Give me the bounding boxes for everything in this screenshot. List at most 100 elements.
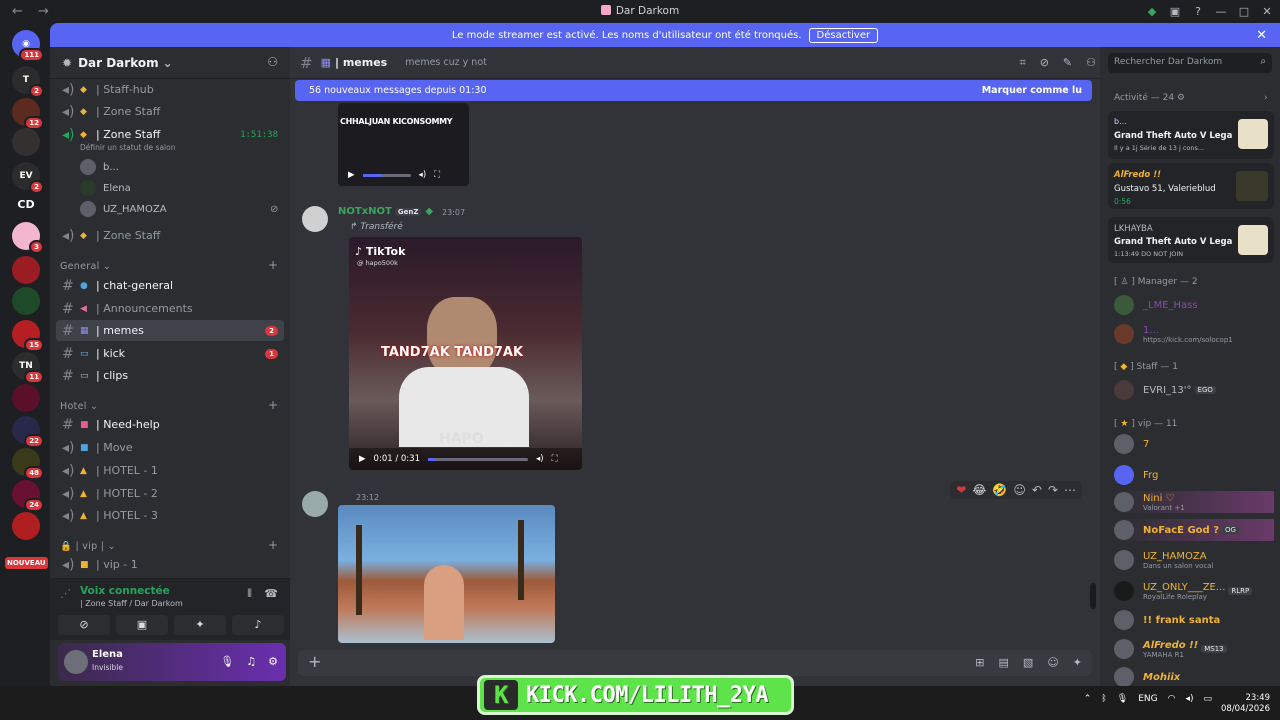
screen-share-icon[interactable]: ▣	[116, 615, 168, 635]
channel-move[interactable]: ◂) ■ | Move	[56, 437, 284, 458]
member-row[interactable]: UZ_ONLY___ZE... RoyalLife Roleplay RLRP	[1114, 580, 1274, 602]
forward-icon[interactable]: ↷	[1048, 483, 1058, 497]
fullscreen-icon[interactable]: ⛶	[552, 454, 558, 464]
member-row[interactable]: !! frank santa	[1114, 609, 1274, 631]
member-row[interactable]: 1... https://kick.com/solocop1	[1114, 323, 1274, 345]
help-icon[interactable]: ?	[1191, 5, 1205, 18]
reply-icon[interactable]: ↶	[1032, 483, 1042, 497]
banner-close-icon[interactable]: ✕	[1256, 28, 1267, 43]
microphone-icon[interactable]: 🎙	[220, 655, 234, 668]
volume-icon[interactable]: ◂)	[1185, 694, 1193, 704]
threads-icon[interactable]: ⌗	[1019, 56, 1025, 70]
category-vip[interactable]: 🔒 | vip | ⌄	[60, 541, 116, 552]
battery-icon[interactable]: ▭	[1203, 694, 1212, 704]
member-row[interactable]: 7	[1114, 433, 1274, 455]
noise-suppression-icon[interactable]: ⦀	[247, 587, 252, 601]
reaction-joy-icon[interactable]: 😂	[972, 483, 986, 497]
volume-icon[interactable]: ◂)	[536, 454, 544, 464]
gif-icon[interactable]: ▤	[999, 656, 1009, 669]
mark-as-read-button[interactable]: Marquer comme lu	[982, 85, 1082, 96]
server-icon[interactable]	[12, 256, 40, 284]
voice-location[interactable]: | Zone Staff / Dar Darkom	[80, 599, 183, 608]
channel-clips[interactable]: # ▭ | clips	[56, 365, 284, 386]
activity-card[interactable]: AlFredo !! Gustavo 51, Valerieblud 0:56	[1108, 163, 1274, 209]
channel-memes[interactable]: # ▦ | memes 2	[56, 320, 284, 341]
bluetooth-icon[interactable]: ᛒ	[1101, 694, 1106, 704]
play-icon[interactable]: ▶	[348, 170, 355, 180]
language-indicator[interactable]: ENG	[1138, 694, 1157, 704]
message-composer[interactable]: + ⊞ ▤ ▧ ☺ ✦	[298, 650, 1092, 676]
activity-header[interactable]: Activité — 24 ⚙ ›	[1114, 93, 1268, 103]
set-status-hint[interactable]: Définir un statut de salon	[80, 143, 175, 152]
activity-card[interactable]: LKHAYBA Grand Theft Auto V Legacy 1:13:4…	[1108, 217, 1274, 263]
more-icon[interactable]: ⋯	[1064, 483, 1076, 497]
member-row[interactable]: NoFacE God ? OG	[1114, 519, 1274, 541]
channel-topic[interactable]: memes cuz y not	[405, 57, 487, 68]
member-row[interactable]: Nini ♡ Valorant +1	[1114, 491, 1274, 513]
channel-kick[interactable]: # ▭ | kick 1	[56, 343, 284, 364]
soundboard-icon[interactable]: ♪	[232, 615, 284, 635]
server-icon[interactable]: TN 11	[12, 352, 44, 384]
wifi-icon[interactable]: ◠	[1168, 694, 1176, 704]
activity-card[interactable]: b... Grand Theft Auto V Legacy Il y a 1j…	[1108, 111, 1274, 159]
image-attachment[interactable]	[338, 505, 555, 643]
gear-icon[interactable]: ⚙	[268, 655, 278, 668]
server-icon[interactable]: 22	[12, 416, 44, 448]
channel-need-help[interactable]: # ■ | Need-help	[56, 414, 284, 435]
member-row[interactable]: Frg	[1114, 464, 1274, 486]
add-channel-icon[interactable]: +	[268, 258, 278, 272]
member-row[interactable]: UZ_HAMOZA Dans un salon vocal	[1114, 549, 1274, 571]
server-icon[interactable]	[12, 512, 40, 540]
member-row[interactable]: _LME_Hass	[1114, 294, 1274, 316]
add-reaction-icon[interactable]: ☺	[1013, 483, 1026, 497]
progress-bar[interactable]	[428, 457, 528, 461]
disconnect-icon[interactable]: ☎	[264, 587, 278, 600]
video-player[interactable]: CHHALJUAN KICONSOMMY ▶ ◂) ⛶	[338, 103, 469, 186]
server-icon[interactable]: 48	[12, 448, 44, 480]
emoji-icon[interactable]: ☺	[1047, 656, 1058, 669]
category-general[interactable]: General ⌄	[60, 261, 111, 272]
channel-hotel-3[interactable]: ◂) ▲ | HOTEL - 3	[56, 505, 284, 526]
volume-icon[interactable]: ◂)	[419, 170, 427, 180]
member-row[interactable]: Mohiix	[1114, 666, 1274, 688]
scrollbar[interactable]	[1090, 583, 1096, 609]
server-icon[interactable]: 15	[12, 320, 44, 352]
channel-chat-general[interactable]: # ● | chat-general	[56, 275, 284, 296]
microphone-icon[interactable]: 🎙	[1117, 694, 1128, 704]
server-icon[interactable]: T2	[12, 66, 44, 98]
search-input[interactable]: Rechercher Dar Darkom ⌕	[1108, 53, 1272, 73]
apps-icon[interactable]: ✦	[1073, 656, 1082, 669]
headphones-icon[interactable]: ♫	[246, 655, 256, 668]
message-author[interactable]: NOTxNOT GenZ ◆	[338, 206, 433, 217]
channel-vip-1[interactable]: ◂) ■ | vip - 1	[56, 554, 284, 575]
inbox-icon[interactable]: ▣	[1168, 5, 1182, 18]
chevron-up-icon[interactable]: ⌃	[1084, 694, 1092, 704]
nitro-icon[interactable]: ◆	[1145, 5, 1159, 18]
channel-zone-staff-2[interactable]: ◂) ◆ | Zone Staff	[56, 225, 284, 246]
channel-announcements[interactable]: # ◀ | Announcements	[56, 298, 284, 319]
members-icon[interactable]: ⚇	[1086, 56, 1096, 70]
clock[interactable]: 23:49 08/04/2026	[1221, 693, 1270, 715]
notification-off-icon[interactable]: ⊘	[1040, 56, 1049, 70]
close-window-icon[interactable]: ✕	[1260, 5, 1274, 18]
member-row[interactable]: AlFredo !! YAMAHA R1 MS13	[1114, 638, 1274, 660]
category-hotel[interactable]: Hotel ⌄	[60, 401, 98, 412]
server-icon[interactable]	[12, 287, 40, 315]
channel-staff-hub[interactable]: ◂) ◆ | Staff-hub	[56, 79, 284, 100]
back-icon[interactable]: ←	[12, 4, 26, 19]
server-header[interactable]: ✹ Dar Darkom ⌄ ⚇	[50, 47, 290, 79]
server-icon[interactable]: EV 2	[12, 162, 44, 194]
disable-streamer-button[interactable]: Désactiver	[808, 27, 879, 43]
user-panel[interactable]: Elena Invisible 🎙 ♫ ⚙	[58, 643, 286, 681]
play-icon[interactable]: ▶	[359, 454, 366, 464]
avatar[interactable]	[302, 491, 328, 517]
gift-icon[interactable]: ⊞	[975, 656, 984, 669]
fullscreen-icon[interactable]: ⛶	[434, 170, 440, 180]
avatar[interactable]	[302, 206, 328, 232]
invite-icon[interactable]: ⚇	[267, 55, 278, 69]
maximize-icon[interactable]: □	[1237, 5, 1251, 18]
add-channel-icon[interactable]: +	[268, 398, 278, 412]
channel-zone-staff[interactable]: ◂) ◆ | Zone Staff	[56, 101, 284, 122]
progress-bar[interactable]	[362, 173, 411, 177]
pin-icon[interactable]: ✎	[1063, 56, 1072, 70]
